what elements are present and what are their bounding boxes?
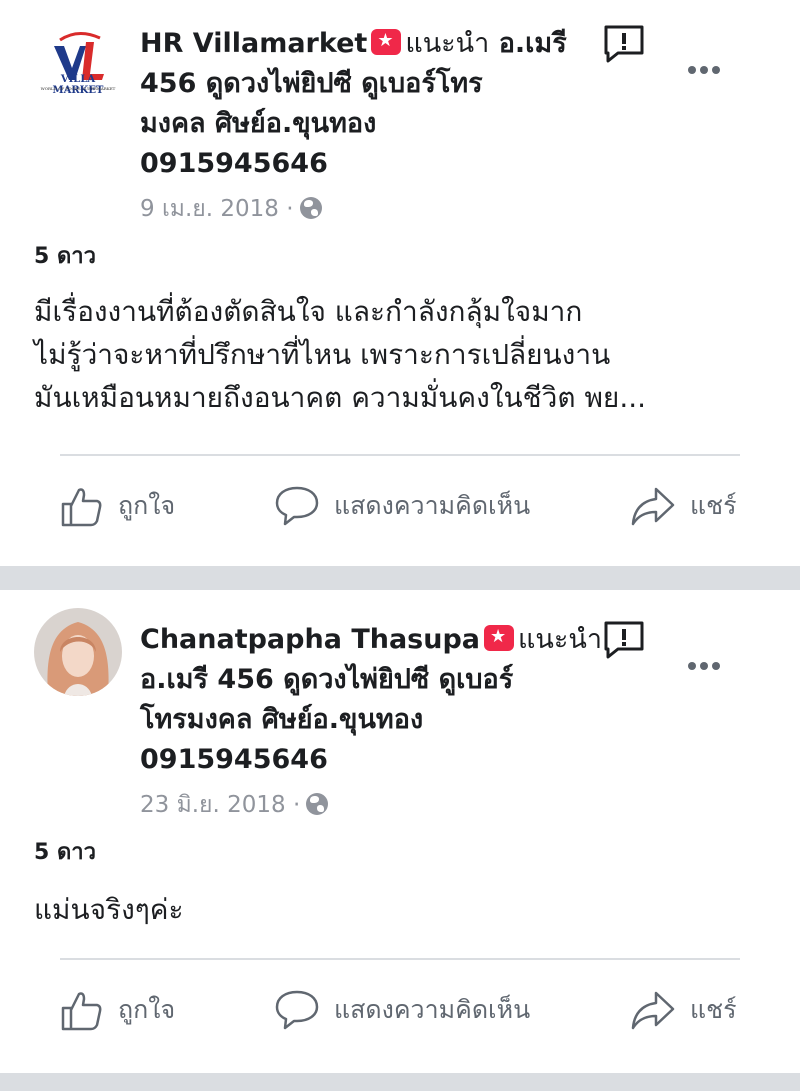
review-line[interactable]: อ.เมรี 456 ดูดวงไพ่ยิปซี ดูเบอร์ <box>140 664 513 695</box>
share-button[interactable]: แชร์ <box>630 986 737 1034</box>
like-icon <box>61 488 102 527</box>
rating-text: 5 ดาว <box>34 244 96 269</box>
comment-icon <box>275 486 319 526</box>
review-post-2: Chanatpapha Thasupa แนะนำ อ.เมรี 456 ดูดว… <box>0 590 800 1073</box>
like-button[interactable]: ถูกใจ <box>60 482 175 530</box>
divider <box>60 454 740 456</box>
logo-subtext: WORLD OF FOODS SUPERMARKET <box>40 86 116 91</box>
logo-text: VILLA MARKET <box>52 74 104 96</box>
share-icon <box>631 487 675 526</box>
body-line: มันเหมือนหมายถึงอนาคต ความมั่นคงในชีวิต … <box>34 381 647 414</box>
post-header: Chanatpapha Thasupa แนะนำ อ.เมรี 456 ดูดว… <box>140 620 610 780</box>
recommend-label: แนะนำ <box>405 28 490 59</box>
more-icon[interactable] <box>688 59 724 74</box>
post-separator <box>0 1073 800 1091</box>
review-line[interactable]: โทรมงคล ศิษย์อ.ขุนทอง <box>140 704 423 735</box>
post-date-row: 23 มิ.ย. 2018 · <box>140 790 329 820</box>
review-body[interactable]: แม่นจริงๆค่ะ <box>34 888 774 931</box>
star-icon <box>371 29 402 55</box>
review-body[interactable]: มีเรื่องงานที่ต้องตัดสินใจ และกำลังกลุ้ม… <box>34 290 774 419</box>
like-button[interactable]: ถูกใจ <box>60 986 175 1034</box>
review-line[interactable]: 0915945646 <box>140 744 328 775</box>
globe-icon <box>306 793 329 815</box>
like-label: ถูกใจ <box>118 995 176 1024</box>
recommend-label: แนะนำ <box>518 624 603 655</box>
share-icon <box>631 991 675 1030</box>
review-line[interactable]: 456 ดูดวงไพ่ยิปซี ดูเบอร์โทร <box>140 68 483 99</box>
villa-market-logo[interactable]: VILLA MARKET WORLD OF FOODS SUPERMARKET <box>34 18 122 106</box>
comment-label: แสดงความคิดเห็น <box>334 491 531 520</box>
review-line[interactable]: 0915945646 <box>140 148 328 179</box>
divider <box>60 958 740 960</box>
comment-button[interactable]: แสดงความคิดเห็น <box>274 482 530 530</box>
body-line: แม่นจริงๆค่ะ <box>34 893 184 926</box>
review-line[interactable]: มงคล ศิษย์อ.ขุนทอง <box>140 108 376 139</box>
review-post-1: VILLA MARKET WORLD OF FOODS SUPERMARKET … <box>0 0 800 566</box>
post-date-row: 9 เม.ย. 2018 · <box>140 194 322 224</box>
report-icon[interactable] <box>602 620 646 660</box>
post-separator <box>0 566 800 590</box>
comment-label: แสดงความคิดเห็น <box>334 995 531 1024</box>
author-name[interactable]: HR Villamarket <box>140 28 367 59</box>
like-label: ถูกใจ <box>118 491 176 520</box>
author-name[interactable]: Chanatpapha Thasupa <box>140 624 480 655</box>
comment-button[interactable]: แสดงความคิดเห็น <box>274 986 530 1034</box>
recommend-target[interactable]: อ.เมรี <box>499 28 567 59</box>
post-header: HR Villamarket แนะนำ อ.เมรี 456 ดูดวงไพ่ย… <box>140 24 610 184</box>
rating-text: 5 ดาว <box>34 840 96 865</box>
globe-icon <box>299 197 322 219</box>
report-icon[interactable] <box>602 24 646 64</box>
post-date[interactable]: 9 เม.ย. 2018 · <box>140 196 294 222</box>
body-line: มีเรื่องงานที่ต้องตัดสินใจ และกำลังกลุ้ม… <box>34 295 583 328</box>
post-date[interactable]: 23 มิ.ย. 2018 · <box>140 792 300 818</box>
body-line: ไม่รู้ว่าจะหาที่ปรึกษาที่ไหน เพราะการเปล… <box>34 338 611 371</box>
more-icon[interactable] <box>688 655 724 670</box>
share-label: แชร์ <box>690 491 737 520</box>
share-label: แชร์ <box>690 995 737 1024</box>
like-icon <box>61 992 102 1031</box>
star-icon <box>484 625 515 651</box>
share-button[interactable]: แชร์ <box>630 482 737 530</box>
comment-icon <box>275 990 319 1030</box>
avatar[interactable] <box>34 608 122 696</box>
